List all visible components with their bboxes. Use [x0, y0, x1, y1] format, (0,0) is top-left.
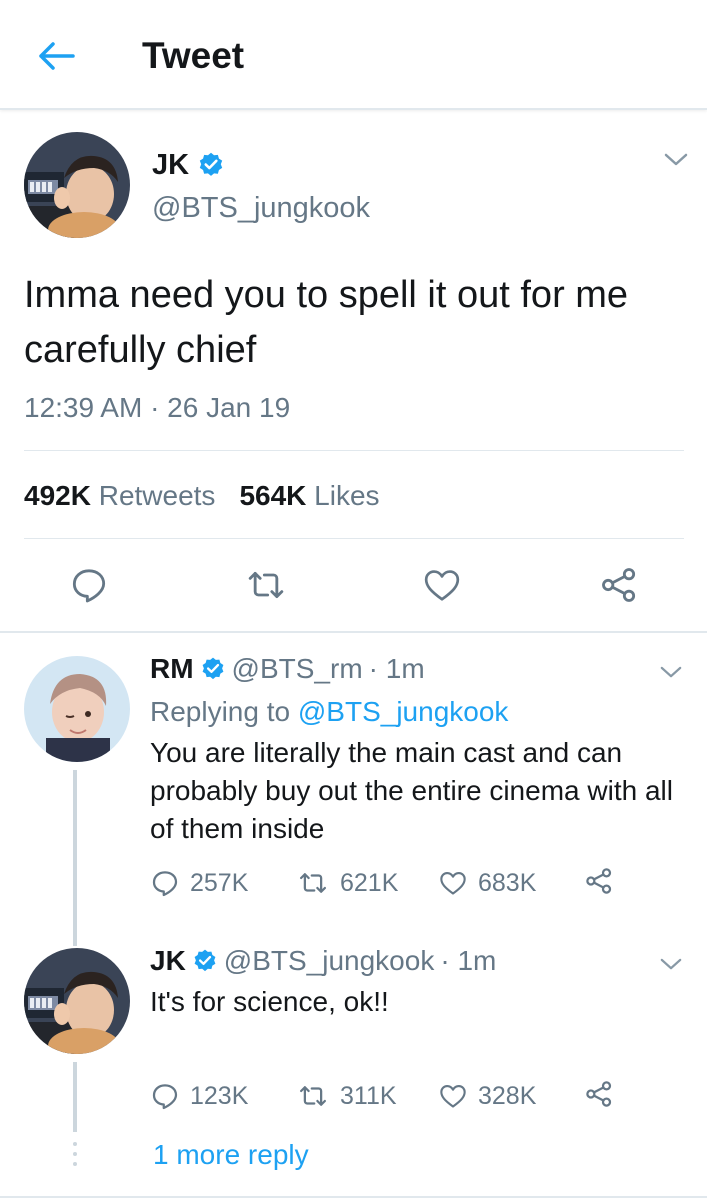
- author-name[interactable]: JK: [152, 146, 189, 184]
- likes-stat[interactable]: 564K Likes: [239, 478, 379, 514]
- reply-text: You are literally the main cast and can …: [150, 737, 673, 844]
- share-button[interactable]: [584, 866, 614, 896]
- avatar-jk[interactable]: [24, 948, 130, 1054]
- avatar-jk[interactable]: [24, 132, 130, 238]
- like-icon: [440, 872, 466, 895]
- thread-dot: [73, 1162, 77, 1166]
- tweet-actions: [0, 560, 707, 610]
- like-button[interactable]: 328K: [438, 1079, 536, 1113]
- replying-to: Replying to @BTS_jungkook: [150, 694, 508, 730]
- retweet-icon: [300, 1086, 326, 1106]
- back-button[interactable]: [30, 34, 82, 78]
- back-arrow-icon: [39, 42, 75, 70]
- chevron-down-icon: [664, 153, 688, 166]
- retweets-label: Retweets: [98, 480, 216, 511]
- chevron-down-icon: [660, 958, 682, 969]
- reply-author-name[interactable]: RM: [150, 651, 194, 687]
- retweet-icon: [300, 873, 326, 893]
- reply-icon: [72, 569, 106, 603]
- like-icon: [424, 570, 460, 601]
- verified-badge-icon: [199, 152, 223, 176]
- chevron-down-icon: [660, 666, 682, 677]
- reply-time: · 1m: [368, 653, 425, 684]
- thread-dot: [73, 1142, 77, 1146]
- reply-actions: 123K 311K 328K: [150, 1079, 630, 1113]
- reply-count: 257K: [190, 869, 249, 897]
- avatar-rm[interactable]: [24, 656, 130, 762]
- retweet-button[interactable]: 621K: [296, 866, 398, 900]
- like-count: 328K: [478, 1082, 537, 1110]
- share-icon: [602, 568, 636, 602]
- reply-menu-button[interactable]: [657, 954, 685, 974]
- retweets-count: 492K: [24, 480, 91, 511]
- retweet-count: 621K: [340, 869, 399, 897]
- replying-to-handle[interactable]: @BTS_jungkook: [298, 696, 509, 727]
- section-divider: [0, 631, 707, 633]
- share-button[interactable]: [596, 564, 642, 606]
- engagement-stats: 492K Retweets 564K Likes: [24, 478, 380, 514]
- reply-button[interactable]: 123K: [150, 1079, 248, 1113]
- likes-label: Likes: [314, 480, 380, 511]
- thread-connector: [73, 770, 77, 946]
- section-divider: [0, 1196, 707, 1198]
- retweet-icon: [248, 571, 284, 599]
- top-bar: Tweet: [0, 0, 707, 110]
- share-icon: [586, 868, 612, 894]
- tweet-timestamp: 12:39 AM · 26 Jan 19: [24, 392, 291, 423]
- retweet-count: 311K: [340, 1082, 397, 1110]
- thread-dot: [73, 1152, 77, 1156]
- tweet-text: Imma need you to spell it out for me car…: [24, 274, 629, 371]
- reply-author-name[interactable]: JK: [150, 943, 186, 979]
- reply-author-row: RM @BTS_rm · 1m: [150, 651, 425, 687]
- share-button[interactable]: [584, 1079, 614, 1109]
- retweet-button[interactable]: [243, 564, 289, 606]
- reply-button[interactable]: 257K: [150, 866, 248, 900]
- page-title: Tweet: [142, 35, 245, 76]
- divider: [24, 538, 684, 539]
- divider: [24, 450, 684, 451]
- reply-menu-button[interactable]: [657, 662, 685, 682]
- reply-author-row: JK @BTS_jungkook · 1m: [150, 943, 496, 979]
- verified-badge-icon: [202, 657, 223, 680]
- reply-button[interactable]: [66, 564, 112, 606]
- reply-time: · 1m: [440, 945, 497, 976]
- like-button[interactable]: [419, 564, 465, 606]
- main-tweet-author: JK: [152, 146, 225, 184]
- reply-icon: [152, 1084, 178, 1110]
- like-count: 683K: [478, 869, 537, 897]
- thread-connector: [73, 1062, 77, 1132]
- tweet-menu-button[interactable]: [662, 150, 690, 170]
- retweet-button[interactable]: 311K: [296, 1079, 397, 1113]
- author-handle[interactable]: @BTS_jungkook: [152, 190, 370, 226]
- share-icon: [586, 1081, 612, 1107]
- retweets-stat[interactable]: 492K Retweets: [24, 478, 215, 514]
- likes-count: 564K: [239, 480, 307, 511]
- reply-actions: 257K 621K 683K: [150, 866, 630, 900]
- reply-icon: [152, 871, 178, 897]
- like-icon: [440, 1085, 466, 1108]
- more-replies-link[interactable]: 1 more reply: [153, 1137, 309, 1173]
- reply-author-handle[interactable]: @BTS_jungkook: [224, 943, 435, 979]
- reply-text: It's for science, ok!!: [150, 986, 389, 1017]
- replying-to-prefix: Replying to: [150, 696, 291, 727]
- reply-count: 123K: [190, 1082, 249, 1110]
- like-button[interactable]: 683K: [438, 866, 536, 900]
- reply-author-handle[interactable]: @BTS_rm: [232, 651, 363, 687]
- verified-badge-icon: [194, 949, 216, 972]
